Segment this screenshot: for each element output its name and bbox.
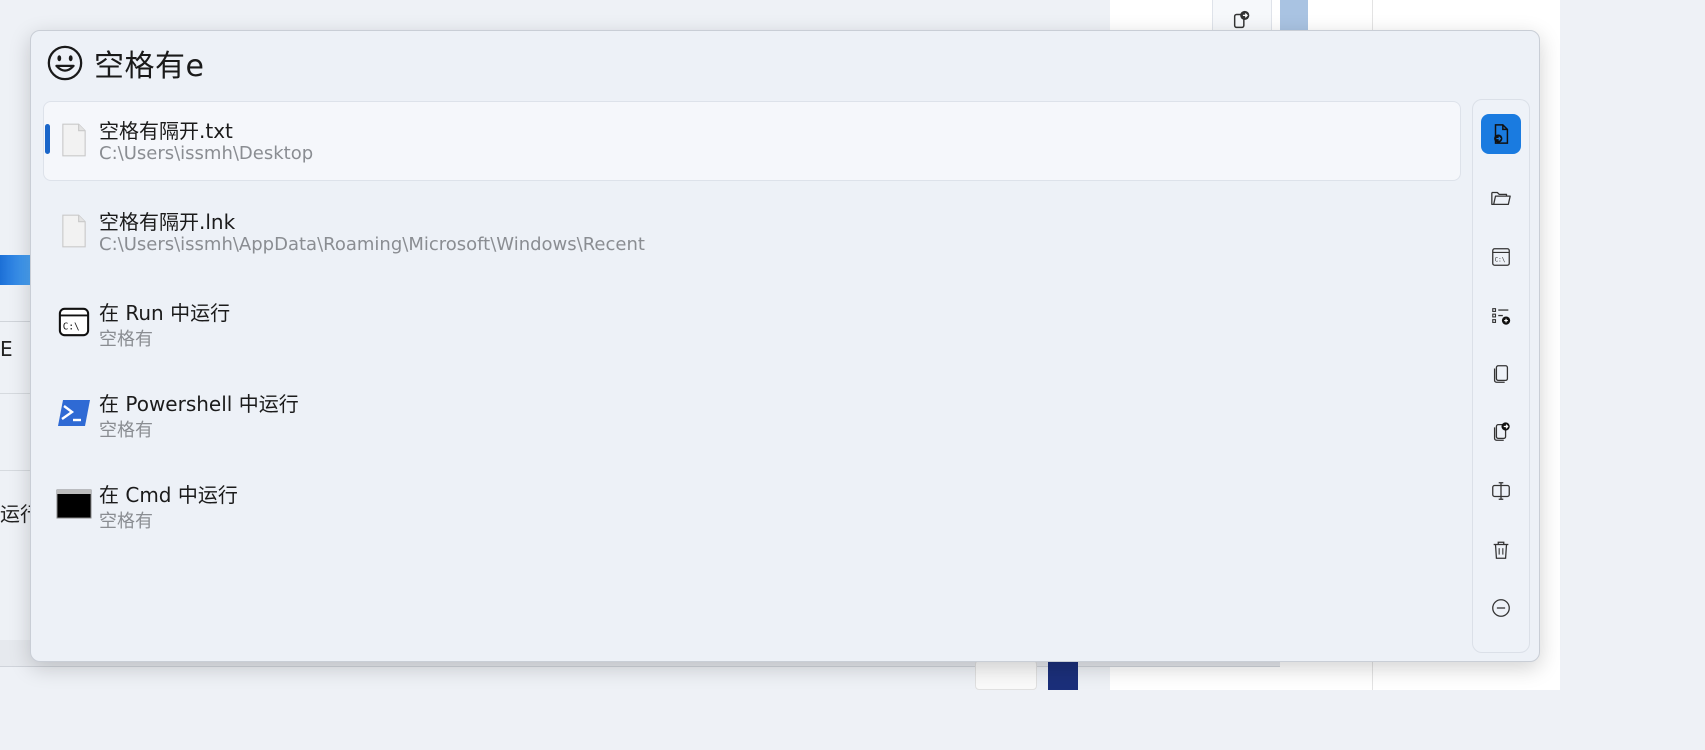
result-subtitle: 空格有 (99, 329, 153, 350)
shortcut-file-icon (56, 213, 92, 249)
remove-icon (1492, 599, 1510, 617)
background-blue-tile (0, 255, 30, 285)
background-text: E (0, 337, 13, 361)
background-separator (0, 321, 30, 322)
console-icon: C:\ (1492, 248, 1510, 266)
svg-text:C:\: C:\ (63, 322, 80, 333)
result-subtitle: 空格有 (99, 420, 153, 441)
result-item[interactable]: 在 Powershell 中运行 空格有 (43, 374, 1461, 454)
copy-path-button[interactable] (1481, 412, 1521, 452)
result-list: 空格有隔开.txt C:\Users\issmh\Desktop 空格有隔开.l… (43, 101, 1461, 556)
result-subtitle: C:\Users\issmh\AppData\Roaming\Microsoft… (99, 234, 645, 255)
cmd-icon (56, 486, 92, 522)
result-item[interactable]: 在 Cmd 中运行 空格有 (43, 465, 1461, 545)
result-item[interactable]: 空格有隔开.lnk C:\Users\issmh\AppData\Roaming… (43, 192, 1461, 272)
result-title: 空格有隔开.lnk (99, 210, 236, 234)
powershell-icon (56, 395, 92, 431)
search-query[interactable]: 空格有e (94, 41, 204, 85)
add-to-list-button[interactable] (1481, 296, 1521, 336)
open-folder-button[interactable] (1481, 178, 1521, 218)
copy-icon (1493, 365, 1509, 383)
result-title: 在 Powershell 中运行 (99, 392, 299, 416)
search-bar[interactable]: 空格有e (46, 41, 204, 85)
background-image-tile (1048, 660, 1078, 690)
open-folder-icon (1491, 191, 1511, 206)
svg-text:C:\: C:\ (1495, 257, 1506, 264)
background-separator (0, 470, 30, 471)
background-copy-path-icon (1233, 10, 1250, 29)
result-item[interactable]: C:\ 在 Run 中运行 空格有 (43, 283, 1461, 363)
text-file-icon (56, 122, 92, 158)
result-title: 在 Cmd 中运行 (99, 483, 238, 507)
background-separator (0, 393, 30, 394)
delete-icon (1493, 541, 1509, 559)
result-item[interactable]: 空格有隔开.txt C:\Users\issmh\Desktop (43, 101, 1461, 181)
background-button (975, 660, 1037, 690)
copy-path-icon (1493, 422, 1510, 441)
result-subtitle: 空格有 (99, 511, 153, 532)
open-file-action-button[interactable] (1481, 114, 1521, 154)
result-title: 在 Run 中运行 (99, 301, 231, 325)
selection-indicator (45, 124, 50, 154)
action-toolbar: C:\ (1472, 99, 1530, 653)
result-subtitle: C:\Users\issmh\Desktop (99, 143, 314, 164)
launcher-window: 空格有e 空格有隔开.txt C:\Users\issmh\Desktop 空格… (30, 30, 1540, 662)
copy-button[interactable] (1481, 354, 1521, 394)
delete-button[interactable] (1481, 530, 1521, 570)
result-title: 空格有隔开.txt (99, 119, 233, 143)
rename-button[interactable] (1481, 471, 1521, 511)
open-file-action-icon (1494, 124, 1509, 144)
rename-icon (1492, 482, 1510, 500)
open-console-button[interactable]: C:\ (1481, 237, 1521, 277)
add-to-list-icon (1492, 308, 1511, 325)
run-dialog-icon: C:\ (56, 304, 92, 340)
smiley-icon (47, 45, 83, 81)
remove-button[interactable] (1481, 588, 1521, 628)
